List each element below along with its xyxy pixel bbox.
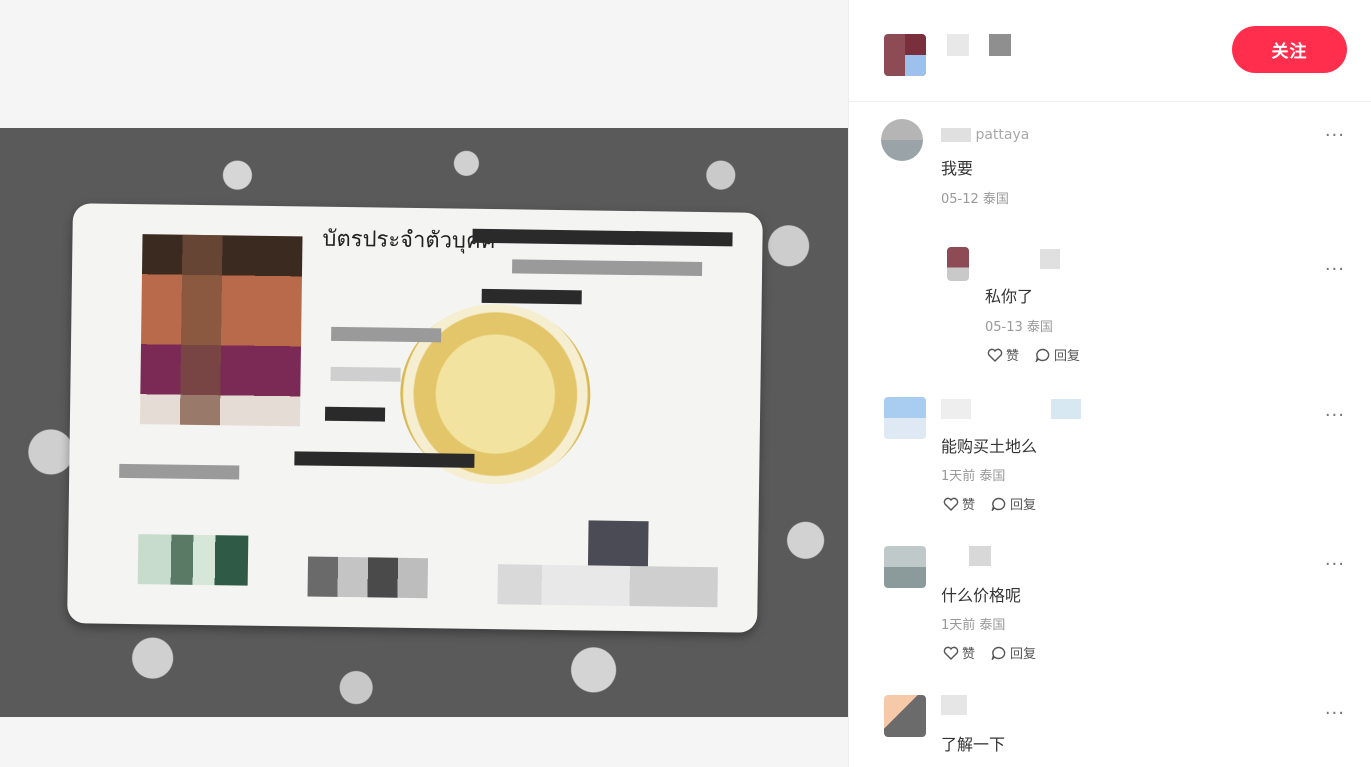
- comment-text: 私你了: [985, 287, 1034, 306]
- comment-actions: 赞 回复: [943, 494, 1036, 513]
- pixelated-block: [587, 520, 649, 567]
- comment-meta: 05-13 泰国: [985, 320, 1053, 335]
- comment-text: 什么价格呢: [941, 586, 1022, 605]
- comment-list: pattaya 我要 05-12 泰国 ··· 私你了 05-13 泰国 赞 回…: [849, 103, 1371, 767]
- reply-label: 回复: [1010, 647, 1037, 662]
- comment-author[interactable]: [985, 249, 1095, 269]
- reply-label: 回复: [1010, 498, 1037, 513]
- comment-actions: 赞 回复: [943, 643, 1036, 662]
- more-dots-icon[interactable]: ···: [1325, 127, 1345, 145]
- comment-author[interactable]: [941, 695, 1021, 715]
- chat-bubble-icon: [991, 497, 1006, 511]
- pixelated-text: [119, 463, 240, 480]
- comment-meta: 05-12 泰国: [941, 192, 1009, 207]
- like-label: 赞: [1006, 349, 1020, 364]
- comment-meta: 1天前 泰国: [941, 618, 1006, 633]
- more-dots-icon[interactable]: ···: [1325, 261, 1345, 279]
- pixelated-text: [294, 451, 475, 468]
- pixelated-text: [307, 556, 429, 599]
- author-header: 关注: [849, 0, 1371, 102]
- reply-button[interactable]: 回复: [1035, 345, 1080, 364]
- media-pane: บัตรประจำตัวบุคค: [0, 0, 848, 767]
- avatar[interactable]: [947, 247, 969, 281]
- more-dots-icon[interactable]: ···: [1325, 705, 1345, 723]
- heart-icon: [987, 348, 1003, 362]
- id-card: บัตรประจำตัวบุคค: [67, 203, 763, 633]
- reply-button[interactable]: 回复: [991, 643, 1036, 662]
- like-button[interactable]: 赞: [987, 345, 1019, 364]
- like-button[interactable]: 赞: [943, 643, 975, 662]
- author-avatar[interactable]: [884, 34, 926, 76]
- chat-bubble-icon: [991, 646, 1006, 660]
- avatar[interactable]: [881, 119, 923, 161]
- pixelated-text: [512, 259, 703, 276]
- like-label: 赞: [962, 498, 976, 513]
- comment-meta: 1天前 泰国: [941, 469, 1006, 484]
- pixelated-text: [481, 288, 582, 305]
- comment-author[interactable]: pattaya: [941, 127, 1081, 147]
- heart-icon: [943, 646, 959, 660]
- follow-button[interactable]: 关注: [1232, 26, 1347, 73]
- pixelated-chip: [137, 534, 249, 586]
- reply-button[interactable]: 回复: [991, 494, 1036, 513]
- like-label: 赞: [962, 647, 976, 662]
- heart-icon: [943, 497, 959, 511]
- avatar[interactable]: [884, 546, 926, 588]
- avatar[interactable]: [884, 397, 926, 439]
- chat-bubble-icon: [1035, 348, 1050, 362]
- comment-text: 我要: [941, 159, 974, 178]
- card-title: บัตรประจำตัวบุคค: [322, 226, 496, 255]
- comment-actions: 赞 回复: [987, 345, 1080, 364]
- comment-author[interactable]: [941, 399, 1081, 419]
- pixelated-text: [331, 326, 442, 343]
- pixelated-portrait: [139, 234, 303, 427]
- author-name[interactable]: [947, 34, 1011, 56]
- comment-author-name: pattaya: [975, 127, 1030, 143]
- comment-panel: 关注 pattaya 我要 05-12 泰国 ··· 私你了 05-13 泰国 …: [848, 0, 1371, 767]
- pixelated-text: [330, 366, 401, 382]
- post-image[interactable]: บัตรประจำตัวบุคค: [0, 128, 848, 717]
- pixelated-text: [472, 228, 733, 247]
- pixelated-text: [324, 406, 386, 422]
- more-dots-icon[interactable]: ···: [1325, 407, 1345, 425]
- more-dots-icon[interactable]: ···: [1325, 556, 1345, 574]
- avatar[interactable]: [884, 695, 926, 737]
- like-button[interactable]: 赞: [943, 494, 975, 513]
- reply-label: 回复: [1054, 349, 1081, 364]
- comment-author[interactable]: [941, 546, 1051, 566]
- pixelated-text: [497, 564, 718, 608]
- comment-text: 能购买土地么: [941, 437, 1038, 456]
- comment-text: 了解一下: [941, 735, 1006, 754]
